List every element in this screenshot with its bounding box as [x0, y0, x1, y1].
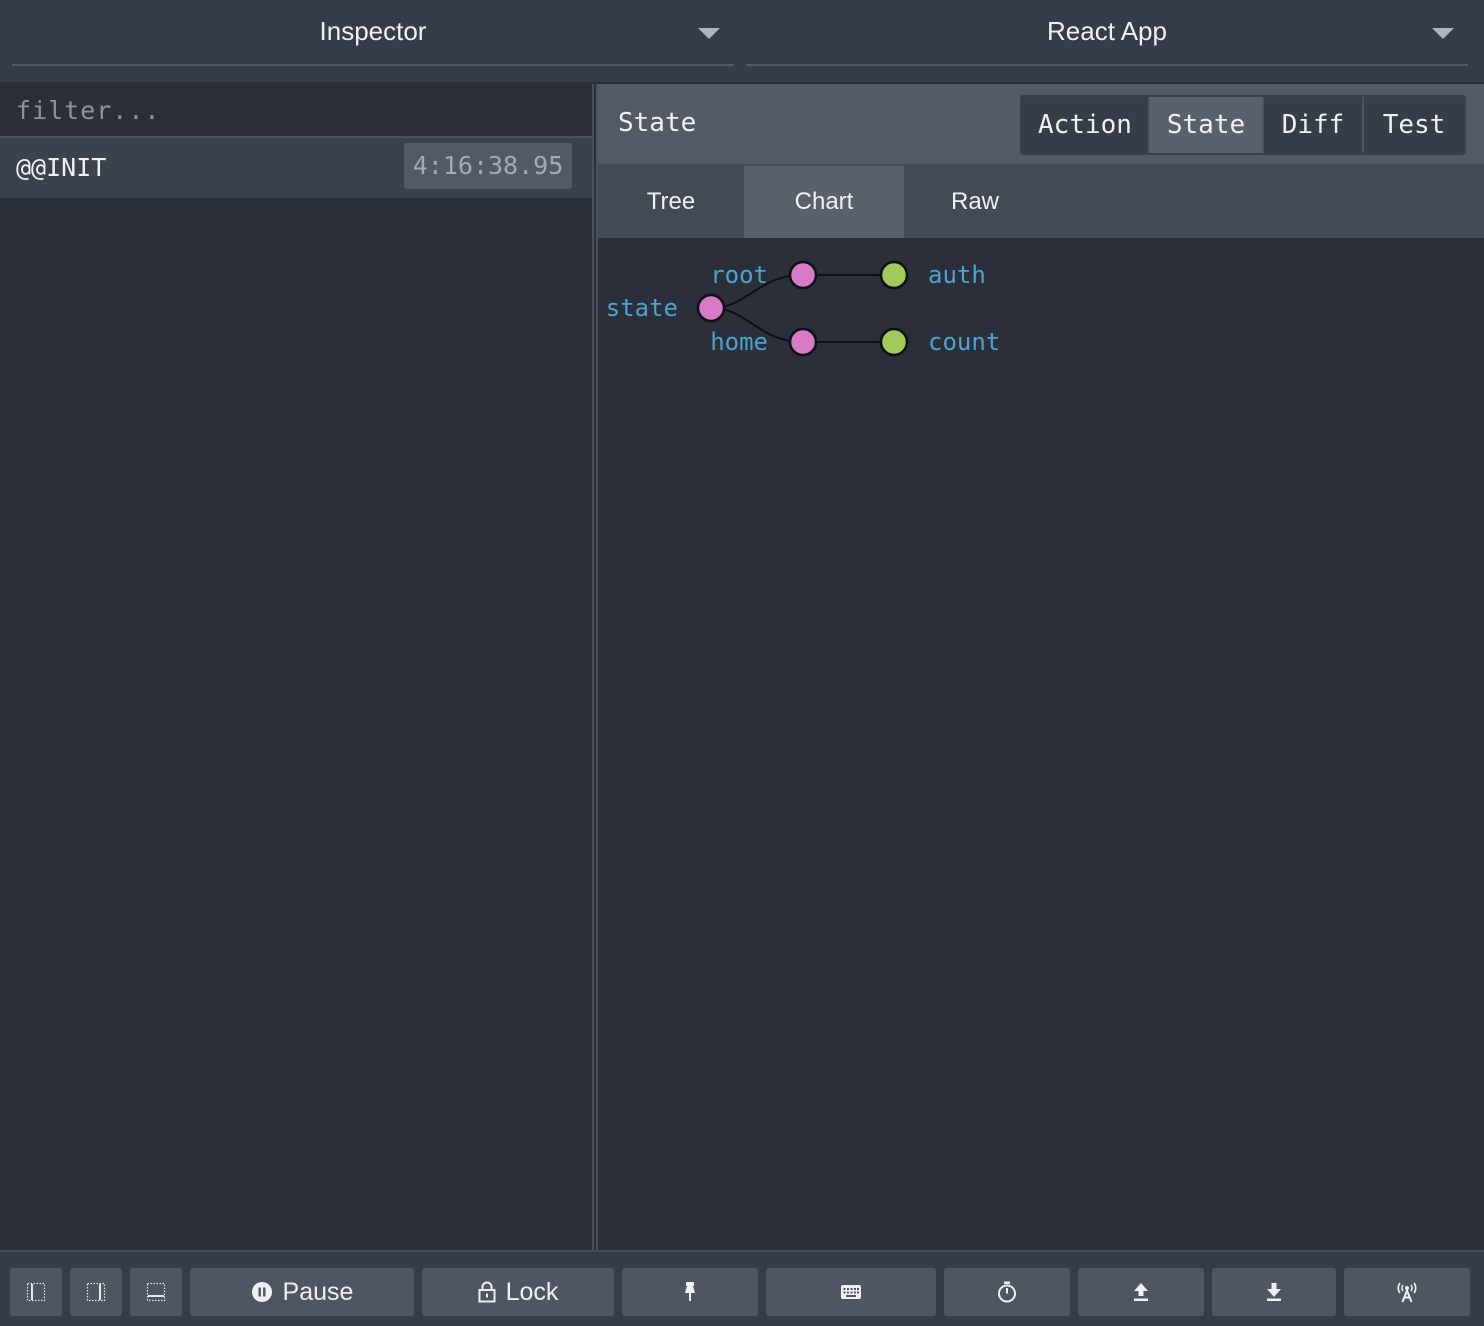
upload-icon	[1134, 1283, 1148, 1301]
state-tree-chart: state root home auth count	[606, 260, 1000, 357]
download-icon	[1267, 1283, 1281, 1301]
dock-bottom-icon	[86, 1282, 106, 1302]
chart-label-state: state	[606, 294, 678, 322]
inspector-header: State Action State Diff Test	[598, 84, 1484, 166]
action-name: @@INIT	[16, 153, 107, 182]
lock-label: Lock	[505, 1277, 559, 1306]
tab-tree[interactable]: Tree	[598, 166, 744, 238]
tab-action[interactable]: Action	[1022, 97, 1150, 153]
top-header: Inspector React App	[0, 0, 1484, 82]
chart-node-count[interactable]	[879, 327, 909, 357]
timer-button[interactable]	[944, 1268, 1070, 1316]
remote-icon	[1397, 1282, 1417, 1303]
keyboard-icon	[841, 1285, 861, 1299]
state-chart: state root home auth count	[598, 238, 1484, 1250]
tab-test[interactable]: Test	[1364, 97, 1464, 153]
pause-icon	[251, 1282, 272, 1302]
dock-left-button[interactable]	[10, 1268, 62, 1316]
action-list-item[interactable]: @@INIT 4:16:38.95	[0, 138, 592, 198]
instance-selector-label: React App	[1047, 16, 1167, 46]
dock-right-icon	[146, 1282, 166, 1302]
inspector-pane: State Action State Diff Test Tree Chart …	[598, 84, 1484, 1250]
chart-node-auth[interactable]	[879, 260, 909, 290]
remote-button[interactable]	[1344, 1268, 1470, 1316]
chart-label-root: root	[710, 261, 768, 289]
chart-label-auth: auth	[928, 261, 986, 289]
monitor-selector[interactable]: Inspector	[12, 0, 734, 66]
shortcuts-button[interactable]	[766, 1268, 936, 1316]
inspector-mode-tabs: Action State Diff Test	[1020, 95, 1466, 155]
dock-left-icon	[26, 1282, 46, 1302]
stopwatch-icon	[998, 1281, 1016, 1303]
chart-node-home[interactable]	[788, 327, 818, 357]
bottom-toolbar: Pause Lock	[0, 1250, 1484, 1326]
chart-label-home: home	[710, 328, 768, 356]
pause-label: Pause	[282, 1277, 354, 1306]
lock-button[interactable]: Lock	[422, 1268, 614, 1316]
persist-button[interactable]	[622, 1268, 758, 1316]
tab-state[interactable]: State	[1150, 97, 1264, 153]
view-tabs: Tree Chart Raw	[598, 166, 1484, 238]
dock-bottom-button[interactable]	[70, 1268, 122, 1316]
export-button[interactable]	[1078, 1268, 1204, 1316]
tab-diff[interactable]: Diff	[1264, 97, 1364, 153]
chevron-down-icon	[1432, 28, 1454, 39]
tab-raw[interactable]: Raw	[904, 166, 1046, 238]
chart-label-count: count	[928, 328, 1000, 356]
tab-chart[interactable]: Chart	[744, 166, 904, 238]
action-list-pane: @@INIT 4:16:38.95	[0, 84, 592, 1250]
dock-right-button[interactable]	[130, 1268, 182, 1316]
monitor-selector-label: Inspector	[319, 16, 427, 46]
pin-icon	[685, 1282, 695, 1301]
pause-button[interactable]: Pause	[190, 1268, 414, 1316]
instance-selector[interactable]: React App	[746, 0, 1468, 66]
filter-input[interactable]	[0, 84, 592, 136]
chart-node-root[interactable]	[788, 260, 818, 290]
filter-row	[0, 84, 592, 138]
action-timestamp: 4:16:38.95	[404, 143, 572, 189]
chevron-down-icon	[698, 28, 720, 39]
import-button[interactable]	[1212, 1268, 1336, 1316]
lock-icon	[478, 1281, 496, 1303]
chart-node-state[interactable]	[696, 293, 726, 323]
inspector-title: State	[618, 108, 697, 138]
